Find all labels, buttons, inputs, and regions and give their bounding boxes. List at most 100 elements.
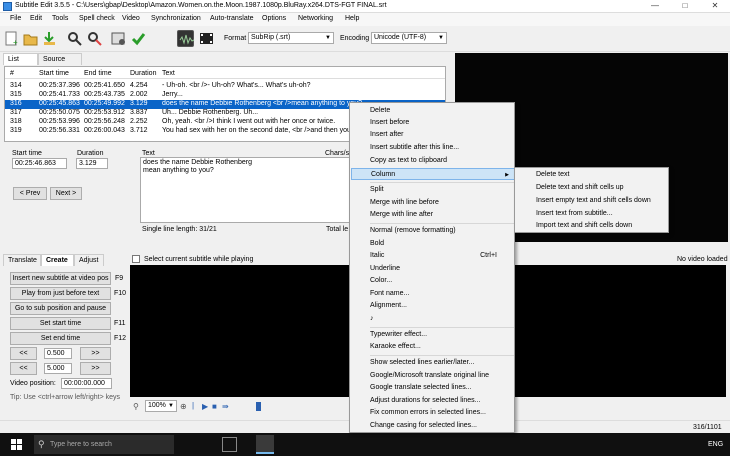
stop-icon[interactable]: ■ <box>212 402 217 411</box>
close-button[interactable]: ✕ <box>700 0 730 13</box>
video-position-label: Video position: <box>10 380 56 387</box>
tab-list-view[interactable]: List view <box>3 53 38 74</box>
duration-label: Duration <box>77 150 104 157</box>
step-back-large-button[interactable]: << <box>10 362 37 375</box>
toolbar: + Format SubRip (.srt) ▼ Encoding Unicode… <box>0 26 730 52</box>
replace-icon[interactable] <box>86 30 103 47</box>
no-video-label: No video loaded <box>677 256 728 263</box>
submenu-insert-empty-shift-down[interactable]: Insert empty text and shift cells down <box>516 195 668 207</box>
step-small-input[interactable]: 0.500 <box>44 348 72 359</box>
menu-item-adjust-durations[interactable]: Adjust durations for selected lines... <box>351 395 515 407</box>
menu-networking[interactable]: Networking <box>298 15 333 22</box>
menu-item-insert-subtitle-after[interactable]: Insert subtitle after this line... <box>351 142 515 154</box>
menu-item-column[interactable]: Column ▶ <box>351 168 515 180</box>
menu-item-insert-before[interactable]: Insert before <box>351 117 515 129</box>
menu-item-color[interactable]: Color... <box>351 275 515 287</box>
menu-file[interactable]: File <box>10 15 21 22</box>
menu-item-karaoke[interactable]: Karaoke effect... <box>351 341 515 353</box>
menu-options[interactable]: Options <box>262 15 286 22</box>
maximize-button[interactable]: □ <box>670 0 700 13</box>
fix-errors-icon[interactable] <box>110 30 127 47</box>
menu-item-italic[interactable]: Italic Ctrl+I <box>351 250 515 262</box>
menu-item-copy-as-text[interactable]: Copy as text to clipboard <box>351 155 515 167</box>
set-start-time-button[interactable]: Set start time <box>10 317 111 330</box>
start-time-input[interactable]: 00:25:46.863 <box>12 158 67 169</box>
select-current-checkbox[interactable] <box>132 255 140 263</box>
menu-item-show-earlier-later[interactable]: Show selected lines earlier/later... <box>351 357 515 369</box>
prev-button[interactable]: < Prev <box>13 187 47 200</box>
find-icon[interactable] <box>66 30 83 47</box>
next-button[interactable]: Next > <box>50 187 82 200</box>
step-forward-small-button[interactable]: >> <box>80 347 111 360</box>
menu-item-merge-after[interactable]: Merge with line after <box>351 209 515 221</box>
task-view-icon[interactable] <box>222 437 237 452</box>
submenu-import-shift-down[interactable]: Import text and shift cells down <box>516 220 668 232</box>
text-line-2: mean anything to you? <box>143 167 214 174</box>
menu-item-delete[interactable]: Delete <box>351 105 515 117</box>
taskbar-search[interactable]: ⚲ Type here to search <box>34 435 174 454</box>
menu-item-change-casing[interactable]: Change casing for selected lines... <box>351 420 515 432</box>
video-toggle-icon[interactable] <box>198 30 215 47</box>
menu-synchronization[interactable]: Synchronization <box>151 15 201 22</box>
menu-item-split[interactable]: Split <box>351 184 515 196</box>
step-large-input[interactable]: 5.000 <box>44 363 72 374</box>
minimize-button[interactable]: — <box>640 0 670 13</box>
new-file-icon[interactable]: + <box>3 30 20 47</box>
subtitle-text-editor[interactable]: does the name Debbie Rothenberg mean any… <box>140 157 350 223</box>
menu-item-underline[interactable]: Underline <box>351 263 515 275</box>
menu-item-bold[interactable]: Bold <box>351 238 515 250</box>
insert-subtitle-button[interactable]: Insert new subtitle at video pos <box>10 272 111 285</box>
subtitle-edit-taskbar-icon[interactable] <box>256 435 274 454</box>
play-icon[interactable]: ▶ <box>202 402 208 411</box>
table-row[interactable]: 315 00:25:41.733 00:25:43.735 2.002 Jerry... <box>5 91 445 100</box>
windows-start-icon[interactable] <box>11 439 22 450</box>
menu-item-insert-after[interactable]: Insert after <box>351 129 515 141</box>
goto-sub-position-button[interactable]: Go to sub position and pause <box>10 302 111 315</box>
menu-item-translate-original[interactable]: Google/Microsoft translate original line <box>351 370 515 382</box>
step-forward-large-button[interactable]: >> <box>80 362 111 375</box>
tab-create[interactable]: Create <box>41 254 74 266</box>
menu-item-translate-selected[interactable]: Google translate selected lines... <box>351 382 515 394</box>
play-before-text-button[interactable]: Play from just before text <box>10 287 111 300</box>
zoom-in-icon[interactable]: ⊕ <box>180 402 187 411</box>
menu-video[interactable]: Video <box>122 15 140 22</box>
encoding-select[interactable]: Unicode (UTF-8) ▼ <box>371 32 447 44</box>
menu-item-merge-before[interactable]: Merge with line before <box>351 197 515 209</box>
save-icon[interactable] <box>41 30 58 47</box>
tab-translate[interactable]: Translate <box>3 254 41 266</box>
position-counter: 316/1101 <box>693 424 722 431</box>
menu-help[interactable]: Help <box>345 15 359 22</box>
step-back-small-button[interactable]: << <box>10 347 37 360</box>
waveform-controls: ⚲ 100% ▼ ⊕ | ▶ ■ ⇛ <box>130 399 330 413</box>
open-folder-icon[interactable] <box>22 30 39 47</box>
title-bar: Subtitle Edit 3.5.5 - C:\Users\gbap\Desk… <box>0 0 730 13</box>
menu-item-font-name[interactable]: Font name... <box>351 288 515 300</box>
submenu-insert-from-subtitle[interactable]: Insert text from subtitle... <box>516 208 668 220</box>
set-end-time-button[interactable]: Set end time <box>10 332 111 345</box>
submenu-delete-text[interactable]: Delete text <box>516 169 668 181</box>
menu-item-normal[interactable]: Normal (remove formatting) <box>351 225 515 237</box>
menu-tools[interactable]: Tools <box>52 15 68 22</box>
menu-edit[interactable]: Edit <box>30 15 42 22</box>
format-select[interactable]: SubRip (.srt) ▼ <box>248 32 334 44</box>
menu-item-music-note[interactable]: ♪ <box>351 313 515 325</box>
search-icon: ⚲ <box>38 439 45 449</box>
tab-source-view[interactable]: Source view <box>38 53 82 74</box>
tab-adjust[interactable]: Adjust <box>74 254 104 266</box>
menu-item-fix-common-errors[interactable]: Fix common errors in selected lines... <box>351 407 515 419</box>
position-slider[interactable] <box>256 402 261 411</box>
menu-auto-translate[interactable]: Auto-translate <box>210 15 254 22</box>
duration-input[interactable]: 3.129 <box>76 158 108 169</box>
menu-item-typewriter[interactable]: Typewriter effect... <box>351 329 515 341</box>
zoom-select[interactable]: 100% ▼ <box>145 400 177 412</box>
fast-forward-icon[interactable]: ⇛ <box>222 402 229 411</box>
menu-item-alignment[interactable]: Alignment... <box>351 300 515 312</box>
window-title: Subtitle Edit 3.5.5 - C:\Users\gbap\Desk… <box>15 2 387 9</box>
menu-separator <box>370 223 514 224</box>
menu-spell-check[interactable]: Spell check <box>79 15 115 22</box>
table-row[interactable]: 314 00:25:37.396 00:25:41.650 4.254- Uh-oh.… <box>5 82 445 91</box>
spell-check-icon[interactable] <box>130 30 147 47</box>
video-position-input[interactable]: 00:00:00.000 <box>61 378 112 389</box>
waveform-toggle-icon[interactable] <box>177 30 195 47</box>
submenu-delete-shift-up[interactable]: Delete text and shift cells up <box>516 182 668 194</box>
